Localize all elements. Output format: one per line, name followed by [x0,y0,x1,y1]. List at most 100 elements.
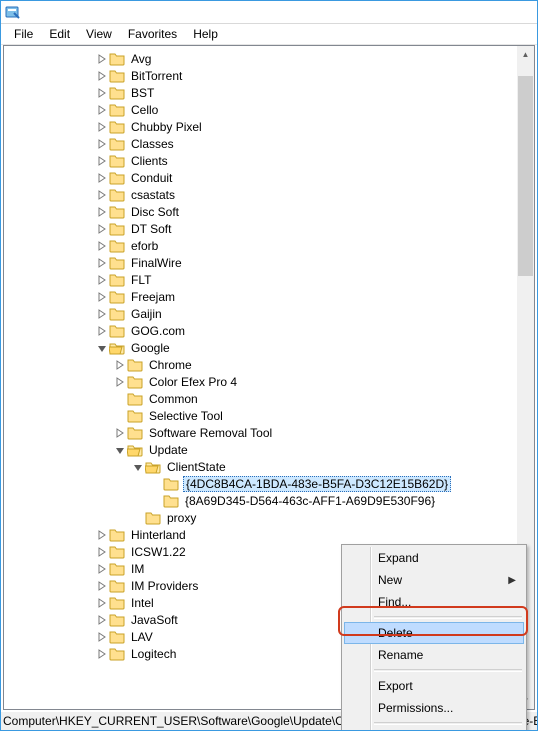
expand-icon[interactable] [94,204,109,219]
expand-icon[interactable] [94,136,109,151]
expand-icon[interactable] [94,612,109,627]
context-menu-expand[interactable]: Expand [344,547,524,569]
tree-item-label[interactable]: Hinterland [129,528,188,542]
tree-item-label[interactable]: IM Providers [129,579,200,593]
tree-item-label[interactable]: IM [129,562,146,576]
expand-icon[interactable] [94,629,109,644]
menu-file[interactable]: File [7,25,40,43]
menu-edit[interactable]: Edit [42,25,77,43]
tree-item-label[interactable]: proxy [165,511,198,525]
tree-item-label[interactable]: Cello [129,103,160,117]
tree-item-label[interactable]: ClientState [165,460,228,474]
tree-item[interactable]: Selective Tool [4,407,517,424]
expand-icon[interactable] [94,595,109,610]
scroll-up-arrow[interactable]: ▲ [517,46,534,63]
tree-item-label[interactable]: FLT [129,273,153,287]
tree-item-label[interactable]: Color Efex Pro 4 [147,375,239,389]
tree-item[interactable]: Google [4,339,517,356]
expand-icon[interactable] [94,289,109,304]
tree-item-label[interactable]: JavaSoft [129,613,180,627]
expand-icon[interactable] [94,561,109,576]
expand-icon[interactable] [94,544,109,559]
tree-item[interactable]: Freejam [4,288,517,305]
tree-item-label[interactable]: Intel [129,596,156,610]
collapse-icon[interactable] [130,459,145,474]
expand-icon[interactable] [94,306,109,321]
tree-item[interactable]: Disc Soft [4,203,517,220]
expand-icon[interactable] [94,646,109,661]
tree-item-label[interactable]: BST [129,86,156,100]
expand-icon[interactable] [94,255,109,270]
tree-item-label[interactable]: Update [147,443,190,457]
tree-item[interactable]: Update [4,441,517,458]
expand-icon[interactable] [94,527,109,542]
titlebar[interactable] [1,1,537,24]
expand-icon[interactable] [94,68,109,83]
tree-item-label[interactable]: Freejam [129,290,177,304]
tree-item[interactable]: GOG.com [4,322,517,339]
tree-item[interactable]: Cello [4,101,517,118]
tree-item-label[interactable]: {4DC8B4CA-1BDA-483e-B5FA-D3C12E15B62D} [183,476,451,492]
tree-item-label[interactable]: Google [129,341,172,355]
tree-item-label[interactable]: Chrome [147,358,194,372]
tree-item[interactable]: FLT [4,271,517,288]
expand-icon[interactable] [94,272,109,287]
tree-item-label[interactable]: Selective Tool [147,409,225,423]
expand-icon[interactable] [94,153,109,168]
expand-icon[interactable] [112,357,127,372]
expand-icon[interactable] [94,102,109,117]
tree-item[interactable]: Software Removal Tool [4,424,517,441]
context-menu-rename[interactable]: Rename [344,644,524,666]
tree-item[interactable]: BitTorrent [4,67,517,84]
tree-item-label[interactable]: FinalWire [129,256,184,270]
expand-icon[interactable] [112,425,127,440]
tree-item[interactable]: Gaijin [4,305,517,322]
expand-icon[interactable] [94,119,109,134]
menu-favorites[interactable]: Favorites [121,25,184,43]
tree-item[interactable]: Chubby Pixel [4,118,517,135]
context-menu-new[interactable]: New▶ [344,569,524,591]
context-menu-permissions[interactable]: Permissions... [344,697,524,719]
tree-item[interactable]: Color Efex Pro 4 [4,373,517,390]
expand-icon[interactable] [112,374,127,389]
tree-item-label[interactable]: Chubby Pixel [129,120,204,134]
tree-item[interactable]: Common [4,390,517,407]
tree-item[interactable]: proxy [4,509,517,526]
expand-icon[interactable] [94,578,109,593]
context-menu-delete[interactable]: Delete [344,622,524,644]
tree-item-label[interactable]: eforb [129,239,160,253]
tree-item-label[interactable]: Conduit [129,171,174,185]
tree-item-label[interactable]: Classes [129,137,176,151]
tree-item-label[interactable]: csastats [129,188,177,202]
context-menu-export[interactable]: Export [344,675,524,697]
expand-icon[interactable] [94,187,109,202]
expand-icon[interactable] [94,51,109,66]
tree-item-label[interactable]: LAV [129,630,155,644]
tree-item[interactable]: Hinterland [4,526,517,543]
tree-item[interactable]: BST [4,84,517,101]
tree-item[interactable]: ClientState [4,458,517,475]
tree-item-label[interactable]: Logitech [129,647,178,661]
expand-icon[interactable] [94,170,109,185]
tree-item-label[interactable]: Clients [129,154,170,168]
tree-item[interactable]: {8A69D345-D564-463c-AFF1-A69D9E530F96} [4,492,517,509]
tree-item-label[interactable]: GOG.com [129,324,187,338]
tree-item-label[interactable]: DT Soft [129,222,173,236]
tree-item-label[interactable]: Software Removal Tool [147,426,274,440]
tree-item-label[interactable]: Gaijin [129,307,164,321]
tree-item[interactable]: {4DC8B4CA-1BDA-483e-B5FA-D3C12E15B62D} [4,475,517,492]
tree-item[interactable]: csastats [4,186,517,203]
tree-item-label[interactable]: {8A69D345-D564-463c-AFF1-A69D9E530F96} [183,494,437,508]
tree-item[interactable]: Clients [4,152,517,169]
tree-item[interactable]: FinalWire [4,254,517,271]
expand-icon[interactable] [94,85,109,100]
tree-item-label[interactable]: BitTorrent [129,69,184,83]
tree-item-label[interactable]: Disc Soft [129,205,181,219]
scroll-thumb[interactable] [518,76,533,276]
expand-icon[interactable] [94,221,109,236]
tree-item[interactable]: DT Soft [4,220,517,237]
tree-item[interactable]: eforb [4,237,517,254]
expand-icon[interactable] [94,238,109,253]
collapse-icon[interactable] [112,442,127,457]
context-menu-find[interactable]: Find... [344,591,524,613]
